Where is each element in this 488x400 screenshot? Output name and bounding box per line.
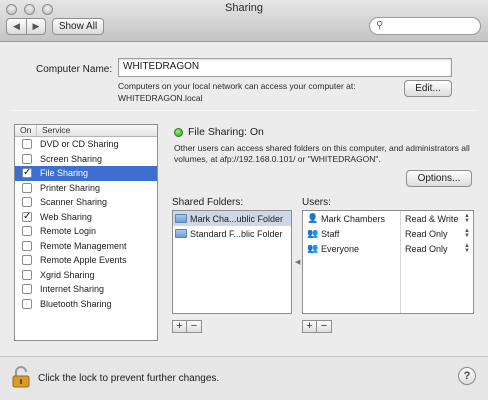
service-checkbox[interactable] — [22, 269, 32, 280]
nav-buttons: ◀ ▶ — [6, 18, 46, 35]
service-list-header: On Service — [15, 125, 157, 137]
service-label: Printer Sharing — [40, 182, 101, 193]
user-rows: 👤 Mark Chambers Read & Write ▲ ▼ 👥 Staff Read O… — [303, 211, 473, 256]
user-name: Mark Chambers — [321, 213, 386, 224]
search-icon: ⚲ — [376, 20, 384, 31]
group-icon: 👥 — [307, 228, 319, 238]
service-rows: DVD or CD Sharing Screen Sharing ✓ File Sha… — [15, 137, 157, 311]
shared-folders-label: Shared Folders: — [172, 197, 244, 208]
edit-button[interactable]: Edit... — [404, 80, 452, 97]
service-checkbox[interactable]: ✓ — [22, 168, 32, 179]
user-row[interactable]: 👥 Everyone Read Only ▲ ▼ — [303, 241, 473, 256]
service-row[interactable]: Internet Sharing — [15, 282, 157, 297]
group-icon: 👥 — [307, 243, 319, 253]
column-service-header[interactable]: Service — [37, 125, 70, 136]
service-row[interactable]: DVD or CD Sharing — [15, 137, 157, 152]
computer-name-field[interactable]: WHITEDRAGON — [118, 58, 452, 77]
forward-button[interactable]: ▶ — [26, 18, 46, 35]
service-label: DVD or CD Sharing — [40, 139, 119, 150]
remove-folder-button[interactable]: − — [187, 320, 202, 333]
popup-arrows-icon: ▲ ▼ — [464, 213, 470, 224]
service-checkbox[interactable] — [22, 255, 32, 266]
folder-icon — [175, 229, 187, 238]
show-all-button[interactable]: Show All — [52, 18, 104, 35]
service-row[interactable]: ✓ Web Sharing — [15, 210, 157, 225]
service-row[interactable]: Bluetooth Sharing — [15, 297, 157, 312]
divider — [12, 110, 476, 111]
add-folder-button[interactable]: + — [172, 320, 187, 333]
service-description: Other users can access shared folders on… — [174, 143, 470, 164]
shared-folder-row[interactable]: Standard F...blic Folder — [173, 226, 291, 241]
options-button[interactable]: Options... — [406, 170, 472, 187]
users-list: 👤 Mark Chambers Read & Write ▲ ▼ 👥 Staff Read O… — [302, 210, 474, 314]
service-checkbox[interactable] — [22, 284, 32, 295]
service-checkbox[interactable] — [22, 197, 32, 208]
service-label: Screen Sharing — [40, 153, 103, 164]
service-label: File Sharing — [40, 168, 89, 179]
popup-arrows-icon: ▲ ▼ — [464, 228, 470, 239]
splitter-handle[interactable]: ◀ — [295, 258, 300, 266]
search-field[interactable]: ⚲ — [369, 17, 481, 35]
permission-popup[interactable]: Read Only — [405, 244, 448, 254]
folder-name: Standard F...blic Folder — [190, 228, 283, 239]
sharing-window: Sharing ◀ ▶ Show All ⚲ Computer Name: WH… — [0, 0, 488, 400]
service-label: Scanner Sharing — [40, 197, 108, 208]
local-hostname: WHITEDRAGON.local — [118, 93, 203, 103]
window-title: Sharing — [225, 2, 263, 14]
computer-name-note-line: Computers on your local network can acce… — [118, 81, 356, 91]
computer-name-label: Computer Name: — [36, 64, 113, 75]
user-row[interactable]: 👤 Mark Chambers Read & Write ▲ ▼ — [303, 211, 473, 226]
back-button[interactable]: ◀ — [6, 18, 26, 35]
help-button[interactable]: ? — [458, 367, 476, 385]
service-label: Bluetooth Sharing — [40, 298, 112, 309]
service-row[interactable]: Remote Management — [15, 239, 157, 254]
service-checkbox[interactable] — [22, 139, 32, 150]
status-indicator-icon — [174, 128, 183, 137]
service-label: Internet Sharing — [40, 284, 105, 295]
service-checkbox[interactable] — [22, 240, 32, 251]
service-label: Xgrid Sharing — [40, 269, 95, 280]
service-list: On Service DVD or CD Sharing Screen Shari… — [14, 124, 158, 341]
service-checkbox[interactable]: ✓ — [22, 211, 32, 222]
service-checkbox[interactable] — [22, 298, 32, 309]
users-label: Users: — [302, 197, 331, 208]
service-row[interactable]: Xgrid Sharing — [15, 268, 157, 283]
service-checkbox[interactable] — [22, 226, 32, 237]
user-name: Staff — [321, 228, 340, 239]
folder-rows: Mark Cha...ublic Folder Standard F...blic… — [173, 211, 291, 241]
computer-name-note: Computers on your local network can acce… — [118, 80, 398, 104]
service-checkbox[interactable] — [22, 182, 32, 193]
permission-popup[interactable]: Read & Write — [405, 214, 458, 224]
service-row[interactable]: Remote Apple Events — [15, 253, 157, 268]
service-row[interactable]: Screen Sharing — [15, 152, 157, 167]
remove-user-button[interactable]: − — [317, 320, 332, 333]
popup-arrows-icon: ▲ ▼ — [464, 243, 470, 254]
add-user-button[interactable]: + — [302, 320, 317, 333]
lock-icon[interactable] — [12, 366, 30, 388]
service-row[interactable]: ✓ File Sharing — [15, 166, 157, 181]
toolbar: Sharing ◀ ▶ Show All ⚲ — [0, 0, 488, 42]
service-label: Remote Login — [40, 226, 97, 237]
user-row[interactable]: 👥 Staff Read Only ▲ ▼ — [303, 226, 473, 241]
service-status: File Sharing: On — [188, 126, 264, 138]
service-row[interactable]: Scanner Sharing — [15, 195, 157, 210]
user-name: Everyone — [321, 243, 360, 254]
folder-name: Mark Cha...ublic Folder — [190, 213, 284, 224]
shared-folders-list: Mark Cha...ublic Folder Standard F...blic… — [172, 210, 292, 314]
users-add-remove: + − — [302, 320, 332, 333]
column-on-header[interactable]: On — [15, 125, 37, 136]
service-row[interactable]: Remote Login — [15, 224, 157, 239]
service-checkbox[interactable] — [22, 153, 32, 164]
service-row[interactable]: Printer Sharing — [15, 181, 157, 196]
service-label: Web Sharing — [40, 211, 92, 222]
folders-add-remove: + − — [172, 320, 202, 333]
permission-popup[interactable]: Read Only — [405, 229, 448, 239]
service-label: Remote Management — [40, 240, 127, 251]
shared-folder-row[interactable]: Mark Cha...ublic Folder — [173, 211, 291, 226]
user-icon: 👤 — [307, 213, 319, 223]
lock-message: Click the lock to prevent further change… — [38, 373, 220, 384]
service-label: Remote Apple Events — [40, 255, 127, 266]
folder-icon — [175, 214, 187, 223]
